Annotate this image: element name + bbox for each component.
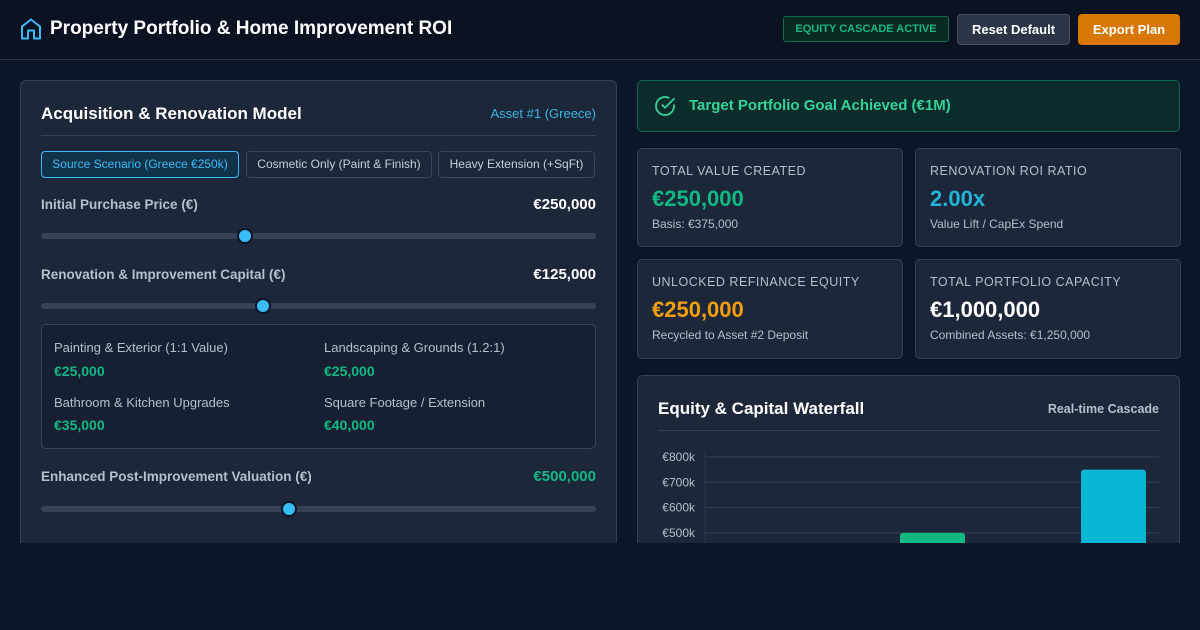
renovation-breakdown: Painting & Exterior (1:1 Value) €25,000 … bbox=[41, 324, 596, 449]
stat-label: RENOVATION ROI RATIO bbox=[930, 164, 1088, 178]
renovation-capital-slider[interactable] bbox=[41, 298, 596, 314]
export-plan-button[interactable]: Export Plan bbox=[1078, 14, 1180, 45]
square-footage-label: Square Footage / Extension bbox=[324, 395, 486, 410]
stat-value: €250,000 bbox=[652, 297, 744, 322]
purchase-price-slider-thumb[interactable] bbox=[237, 228, 254, 244]
valuation-label: Enhanced Post-Improvement Valuation (€) bbox=[41, 469, 312, 484]
purchase-price-slider[interactable] bbox=[41, 228, 596, 244]
total-value-created-card: TOTAL VALUE CREATED €250,000 Basis: €375… bbox=[637, 148, 903, 247]
renovation-capital-value: €125,000 bbox=[533, 266, 596, 283]
bathroom-kitchen-label: Bathroom & Kitchen Upgrades bbox=[54, 395, 230, 410]
acquisition-model-panel: Acquisition & Renovation Model Asset #1 … bbox=[20, 80, 617, 550]
check-circle-icon bbox=[655, 96, 675, 116]
stat-sub: Basis: €375,000 bbox=[652, 217, 739, 231]
equity-cascade-badge: EQUITY CASCADE ACTIVE bbox=[783, 16, 949, 42]
stat-value: 2.00x bbox=[930, 186, 986, 211]
scenario-heavy-extension-button[interactable]: Heavy Extension (+SqFt) bbox=[438, 151, 595, 178]
total-portfolio-capacity-card: TOTAL PORTFOLIO CAPACITY €1,000,000 Comb… bbox=[915, 259, 1181, 359]
purchase-price-value: €250,000 bbox=[533, 196, 596, 213]
stat-value: €1,000,000 bbox=[930, 297, 1041, 322]
reset-default-button[interactable]: Reset Default bbox=[957, 14, 1070, 45]
valuation-slider-thumb[interactable] bbox=[281, 501, 298, 517]
stat-sub: Value Lift / CapEx Spend bbox=[930, 217, 1064, 231]
y-tick-label: €500k bbox=[662, 526, 696, 540]
page-background bbox=[0, 543, 1200, 630]
renovation-capital-slider-thumb[interactable] bbox=[255, 298, 271, 314]
scenario-cosmetic-button[interactable]: Cosmetic Only (Paint & Finish) bbox=[246, 151, 432, 178]
y-tick-label: €800k bbox=[662, 450, 696, 464]
asset-label: Asset #1 (Greece) bbox=[490, 106, 597, 121]
renovation-capital-label: Renovation & Improvement Capital (€) bbox=[41, 267, 286, 282]
landscaping-value: €25,000 bbox=[324, 363, 375, 379]
stat-sub: Combined Assets: €1,250,000 bbox=[930, 328, 1091, 342]
square-footage-value: €40,000 bbox=[324, 417, 375, 433]
purchase-price-label: Initial Purchase Price (€) bbox=[41, 197, 198, 212]
y-tick-label: €700k bbox=[662, 475, 696, 489]
painting-exterior-value: €25,000 bbox=[54, 363, 105, 379]
app-title: Property Portfolio & Home Improvement RO… bbox=[50, 18, 453, 39]
y-tick-label: €600k bbox=[662, 501, 696, 515]
stat-value: €250,000 bbox=[652, 186, 744, 211]
valuation-value: €500,000 bbox=[533, 468, 596, 485]
stat-sub: Recycled to Asset #2 Deposit bbox=[652, 328, 809, 342]
app-header: Property Portfolio & Home Improvement RO… bbox=[0, 0, 1200, 60]
unlocked-refinance-equity-card: UNLOCKED REFINANCE EQUITY €250,000 Recyc… bbox=[637, 259, 903, 359]
model-title: Acquisition & Renovation Model bbox=[41, 104, 302, 123]
home-icon bbox=[21, 18, 41, 40]
valuation-slider[interactable] bbox=[41, 501, 596, 517]
goal-achieved-banner: Target Portfolio Goal Achieved (€1M) bbox=[637, 80, 1180, 132]
landscaping-label: Landscaping & Grounds (1.2:1) bbox=[324, 340, 505, 355]
stat-label: TOTAL PORTFOLIO CAPACITY bbox=[930, 275, 1122, 289]
scenario-greece-button[interactable]: Source Scenario (Greece €250k) bbox=[41, 151, 239, 178]
goal-text: Target Portfolio Goal Achieved (€1M) bbox=[689, 97, 951, 114]
stat-label: UNLOCKED REFINANCE EQUITY bbox=[652, 275, 860, 289]
stat-label: TOTAL VALUE CREATED bbox=[652, 164, 806, 178]
renovation-roi-ratio-card: RENOVATION ROI RATIO 2.00x Value Lift / … bbox=[915, 148, 1181, 247]
divider bbox=[41, 135, 596, 136]
bathroom-kitchen-value: €35,000 bbox=[54, 417, 105, 433]
painting-exterior-label: Painting & Exterior (1:1 Value) bbox=[54, 340, 228, 355]
